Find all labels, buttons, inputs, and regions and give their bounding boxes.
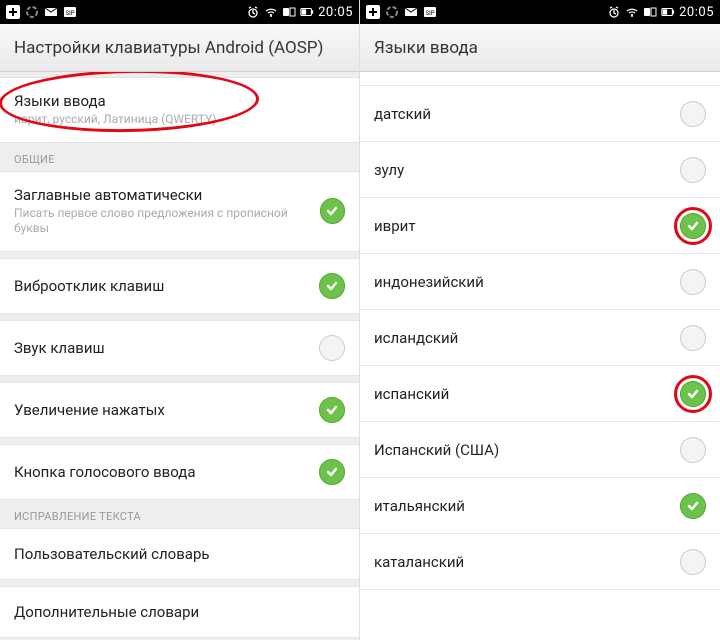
loading-icon	[385, 5, 399, 19]
popup-item[interactable]: Увеличение нажатых	[0, 382, 359, 438]
alarm-icon	[246, 5, 260, 19]
lang-item[interactable]: датский	[360, 86, 720, 142]
content-left[interactable]: Языки ввода иврит, русский, Латиница (QW…	[0, 72, 359, 640]
toggle[interactable]	[680, 549, 706, 575]
item-subtitle: иврит, русский, Латиница (QWERTY)	[14, 112, 216, 128]
mail-icon	[404, 5, 418, 19]
sip-icon: SIP	[423, 5, 437, 19]
battery-icon	[661, 5, 675, 19]
lang-item[interactable]: индонезийский	[360, 254, 720, 310]
toggle[interactable]	[319, 335, 345, 361]
header-right: Языки ввода	[360, 24, 720, 72]
status-time: 20:05	[679, 5, 714, 20]
lang-item[interactable]: испанский	[360, 366, 720, 422]
status-time: 20:05	[318, 5, 353, 20]
input-languages-item[interactable]: Языки ввода иврит, русский, Латиница (QW…	[0, 77, 359, 143]
lang-item[interactable]: итальянский	[360, 478, 720, 534]
alarm-icon	[607, 5, 621, 19]
voice-input-item[interactable]: Кнопка голосового ввода	[0, 444, 359, 500]
plus-icon	[6, 5, 20, 19]
lang-item[interactable]: иврит	[360, 198, 720, 254]
lang-item[interactable]: Испанский (США)	[360, 422, 720, 478]
toggle[interactable]	[680, 101, 706, 127]
toggle[interactable]	[680, 269, 706, 295]
signal-icon	[282, 5, 296, 19]
user-dict-item[interactable]: Пользовательский словарь	[0, 528, 359, 580]
phone-right: SIP 20:05 Языки ввода датский зулу иврит	[360, 0, 720, 640]
content-right[interactable]: датский зулу иврит индонезийский исландс…	[360, 72, 720, 640]
svg-text:SIP: SIP	[426, 10, 435, 17]
toggle[interactable]	[319, 273, 345, 299]
page-title: Настройки клавиатуры Android (AOSP)	[14, 38, 323, 58]
addon-dict-item[interactable]: Дополнительные словари	[0, 586, 359, 638]
item-title: Языки ввода	[14, 92, 216, 110]
toggle[interactable]	[680, 213, 706, 239]
toggle[interactable]	[320, 198, 345, 224]
status-bar: SIP 20:05	[360, 0, 720, 24]
status-bar: SIP 20:05	[0, 0, 359, 24]
lang-item[interactable]: зулу	[360, 142, 720, 198]
toggle[interactable]	[680, 325, 706, 351]
lang-item[interactable]: каталанский	[360, 534, 720, 590]
phone-left: SIP 20:05 Настройки клавиатуры Android (…	[0, 0, 360, 640]
wifi-icon	[625, 5, 639, 19]
header-left: Настройки клавиатуры Android (AOSP)	[0, 24, 359, 72]
partial-row	[360, 72, 720, 86]
section-correction: ИСПРАВЛЕНИЕ ТЕКСТА	[0, 500, 359, 529]
wifi-icon	[264, 5, 278, 19]
loading-icon	[25, 5, 39, 19]
vibro-item[interactable]: Виброотклик клавиш	[0, 258, 359, 314]
toggle[interactable]	[319, 397, 345, 423]
toggle[interactable]	[680, 493, 706, 519]
plus-icon	[366, 5, 380, 19]
toggle[interactable]	[680, 157, 706, 183]
toggle[interactable]	[319, 459, 345, 485]
sip-icon: SIP	[63, 5, 77, 19]
lang-item[interactable]: исландский	[360, 310, 720, 366]
battery-icon	[300, 5, 314, 19]
toggle[interactable]	[680, 437, 706, 463]
svg-text:SIP: SIP	[66, 10, 75, 17]
signal-icon	[643, 5, 657, 19]
auto-caps-item[interactable]: Заглавные автоматически Писать первое сл…	[0, 171, 359, 252]
section-common: ОБЩИЕ	[0, 143, 359, 172]
sound-item[interactable]: Звук клавиш	[0, 320, 359, 376]
mail-icon	[44, 5, 58, 19]
toggle[interactable]	[680, 381, 706, 407]
page-title: Языки ввода	[374, 38, 478, 58]
